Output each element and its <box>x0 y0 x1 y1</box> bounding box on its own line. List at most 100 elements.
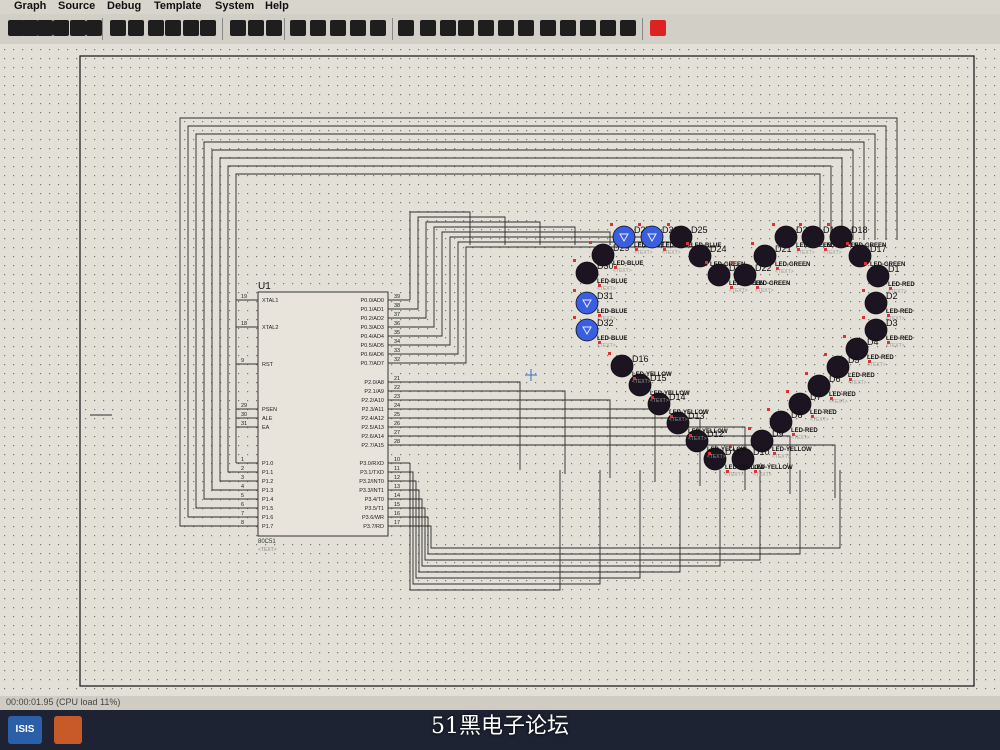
mcu-pin-name: P0.2/AD2 <box>360 316 384 322</box>
toolbar-tool-21-icon[interactable] <box>420 20 436 36</box>
led-pin-marker <box>827 223 830 226</box>
led-type-label: LED-BLUE <box>613 261 643 267</box>
led-type-label: LED-BLUE <box>597 279 627 285</box>
toolbar-separator <box>222 18 223 40</box>
led-text-placeholder: <TEXT> <box>597 316 616 322</box>
mcu-pin-number: 32 <box>394 357 400 363</box>
menu-graph[interactable]: Graph <box>14 0 46 12</box>
toolbar-tool-18-icon[interactable] <box>350 20 366 36</box>
led-pin-marker <box>667 223 670 226</box>
toolbar-tool-20-icon[interactable] <box>398 20 414 36</box>
mcu-pin-number: 37 <box>394 312 400 318</box>
toolbar-tool-23-icon[interactable] <box>458 20 474 36</box>
mcu-pin-name: P2.5/A13 <box>361 425 384 431</box>
led-text-placeholder: <TEXT> <box>775 269 794 275</box>
led-ref-label: D31 <box>597 291 614 301</box>
led-pin-marker <box>748 427 751 430</box>
mcu-pin-name: P3.6/WR <box>362 515 384 521</box>
led-body <box>848 244 872 268</box>
toolbar-separator <box>284 18 285 40</box>
toolbar-tool-28-icon[interactable] <box>560 20 576 36</box>
toolbar-tool-24-icon[interactable] <box>478 20 494 36</box>
toolbar-tool-17-icon[interactable] <box>330 20 346 36</box>
led-pin-marker <box>705 261 708 264</box>
toolbar-tool-10-icon[interactable] <box>183 20 199 36</box>
toolbar-tool-27-icon[interactable] <box>540 20 556 36</box>
mcu-pin-number: 30 <box>241 412 247 418</box>
led-ref-label: D3 <box>886 318 898 328</box>
mcu-pin-number: 9 <box>241 358 244 364</box>
toolbar-tool-8-icon[interactable] <box>148 20 164 36</box>
led-type-label: LED-RED <box>810 410 837 416</box>
led-type-label: LED-YELLOW <box>772 447 812 453</box>
mcu-pin-number: 26 <box>394 421 400 427</box>
mcu-pin-number: 18 <box>241 321 247 327</box>
toolbar-tool-19-icon[interactable] <box>370 20 386 36</box>
mcu-pin-name: EA <box>262 425 270 431</box>
menu-system[interactable]: System <box>215 0 254 12</box>
toolbar-tool-11-icon[interactable] <box>200 20 216 36</box>
toolbar-tool-12-icon[interactable] <box>230 20 246 36</box>
mcu-pin-name: P1.5 <box>262 506 273 512</box>
toolbar-tool-29-icon[interactable] <box>580 20 596 36</box>
led-body <box>733 263 757 287</box>
toolbar-tool-31-icon[interactable] <box>620 20 636 36</box>
toolbar-tool-14-icon[interactable] <box>266 20 282 36</box>
mcu-80c51[interactable]: U180C51<TEXT>19XTAL118XTAL29RST29PSEN30A… <box>236 281 410 553</box>
led-body <box>575 291 599 315</box>
toolbar-tool-16-icon[interactable] <box>310 20 326 36</box>
led-ref-label: D16 <box>632 354 649 364</box>
toolbar-tool-9-icon[interactable] <box>165 20 181 36</box>
led-ref-label: D10 <box>753 447 770 457</box>
menu-help[interactable]: Help <box>265 0 289 12</box>
mcu-pin-number: 38 <box>394 303 400 309</box>
led-text-placeholder: <TEXT> <box>848 380 867 386</box>
mcu-pin-name: P1.7 <box>262 524 273 530</box>
menu-source[interactable]: Source <box>58 0 95 12</box>
toolbar-tool-4-icon[interactable] <box>70 20 86 36</box>
mcu-pin-name: P0.7/AD7 <box>360 361 384 367</box>
mcu-pin-number: 13 <box>394 484 400 490</box>
toolbar-tool-2-icon[interactable] <box>37 20 53 36</box>
watermark-text: 51黑电子论坛 <box>431 714 569 739</box>
toolbar-tool-6-icon[interactable] <box>110 20 126 36</box>
toolbar-tool-5-icon[interactable] <box>86 20 102 36</box>
menu-debug[interactable]: Debug <box>107 0 141 12</box>
led-pin-marker <box>573 289 576 292</box>
toolbar-tool-13-icon[interactable] <box>248 20 264 36</box>
schematic-svg: U180C51<TEXT>19XTAL118XTAL29RST29PSEN30A… <box>0 44 1000 696</box>
toolbar-tool-26-icon[interactable] <box>518 20 534 36</box>
led-pin-marker <box>731 261 734 264</box>
led-text-placeholder: <TEXT> <box>662 250 681 256</box>
mcu-pin-number: 17 <box>394 520 400 526</box>
led-type-label: LED-YELLOW <box>725 465 765 471</box>
toolbar-tool-1-icon[interactable] <box>22 20 38 36</box>
toolbar-tool-25-icon[interactable] <box>498 20 514 36</box>
toolbar-tool-3-icon[interactable] <box>53 20 69 36</box>
mcu-pin-name: P0.0/AD0 <box>360 298 384 304</box>
toolbar-tool-32-icon[interactable] <box>650 20 666 36</box>
led-type-label: LED-RED <box>886 336 913 342</box>
led-pin-marker <box>608 352 611 355</box>
led-type-label: LED-RED <box>867 355 894 361</box>
menu-template[interactable]: Template <box>154 0 201 12</box>
led-text-placeholder: <TEXT> <box>755 288 774 294</box>
led-pin-marker <box>786 390 789 393</box>
led-body <box>866 264 890 288</box>
led-pin-marker <box>751 242 754 245</box>
led-text-placeholder: <TEXT> <box>823 250 842 256</box>
led-ref-label: D6 <box>829 374 841 384</box>
led-pin-marker <box>610 223 613 226</box>
mcu-pin-name: XTAL2 <box>262 325 278 331</box>
toolbar-tool-30-icon[interactable] <box>600 20 616 36</box>
led-type-label: LED-YELLOW <box>650 391 690 397</box>
led-text-placeholder: <TEXT> <box>772 454 791 460</box>
toolbar-tool-15-icon[interactable] <box>290 20 306 36</box>
led-ref-label: D24 <box>710 244 727 254</box>
toolbar-tool-22-icon[interactable] <box>440 20 456 36</box>
led-type-label: LED-YELLOW <box>669 410 709 416</box>
toolbar-tool-7-icon[interactable] <box>128 20 144 36</box>
mcu-pin-name: P3.0/RXD <box>360 461 384 467</box>
led-pin-marker <box>767 408 770 411</box>
schematic-canvas[interactable]: U1 80C51 <TEXT> 19 XTAL1 18 XTAL2 9 RST 29 PSEN 30 A… <box>0 44 1000 696</box>
